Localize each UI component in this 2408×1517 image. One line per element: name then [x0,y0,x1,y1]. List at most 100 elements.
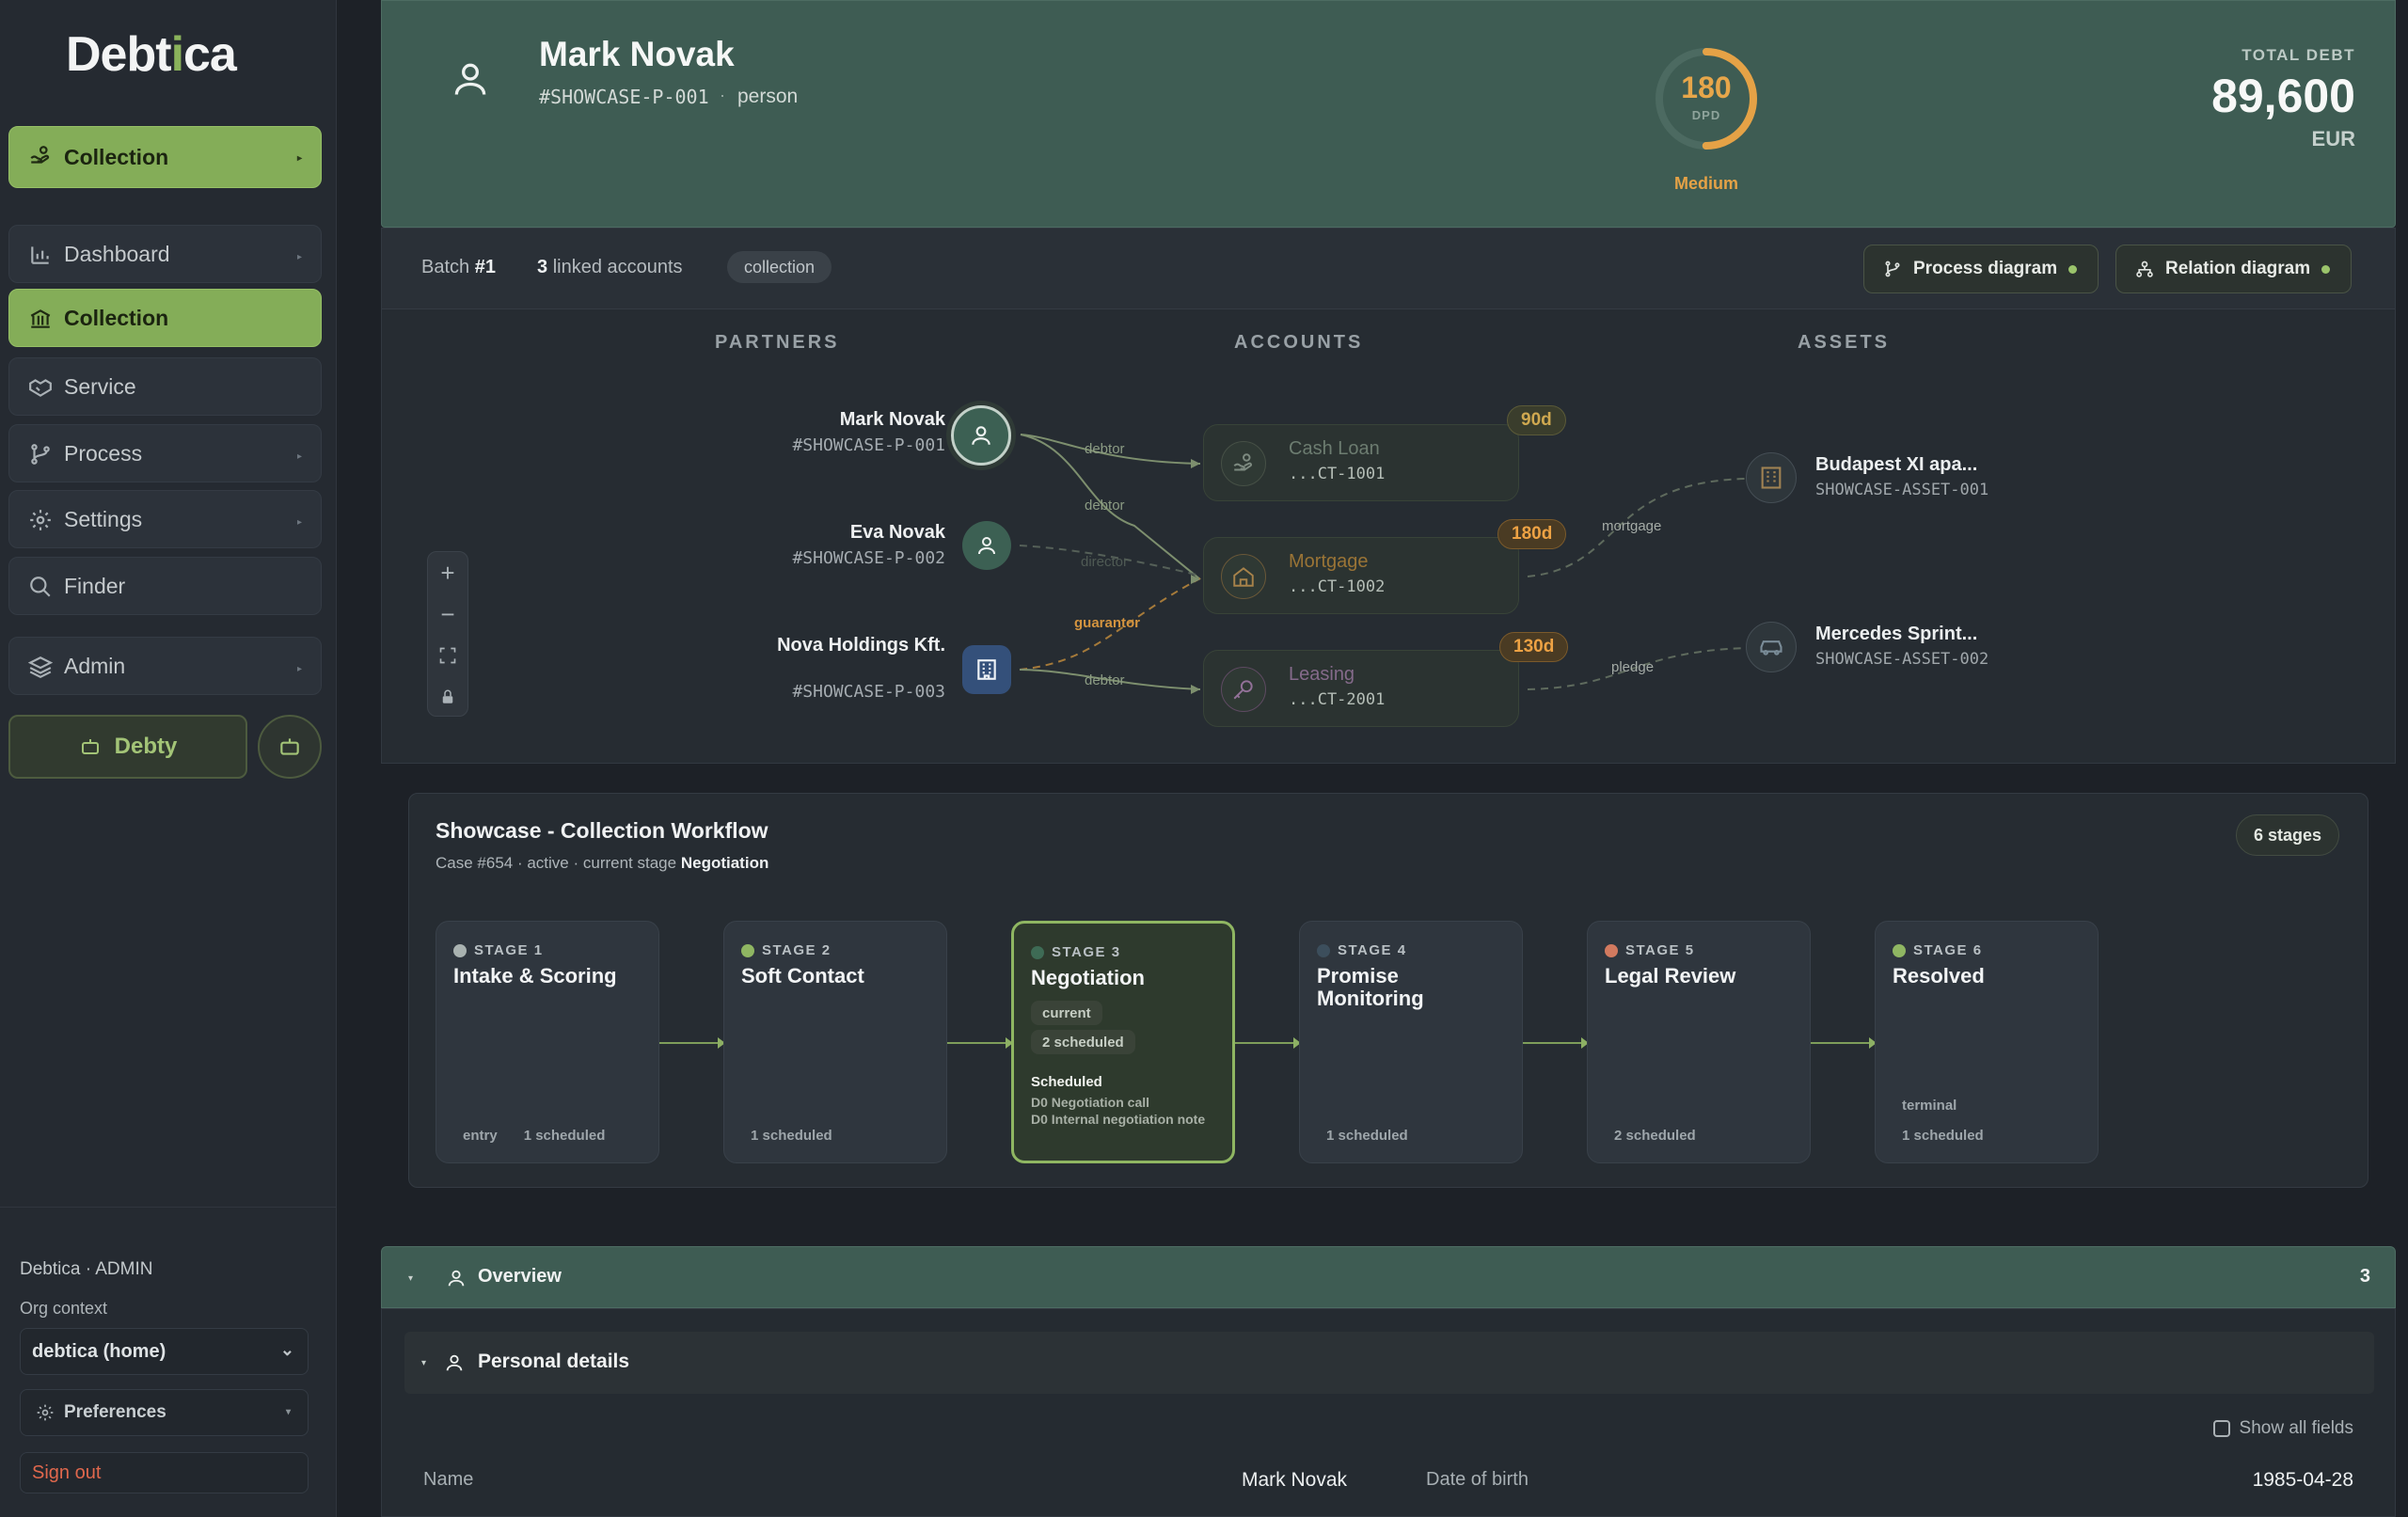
partner-avatar[interactable] [962,521,1011,570]
sidebar-item-process[interactable]: Process ▸ [8,424,322,482]
lock-button[interactable] [428,676,467,718]
zoom-out-button[interactable]: − [428,593,467,635]
zoom-in-button[interactable]: + [428,552,467,593]
sidebar-item-service[interactable]: Service [8,357,322,416]
partner-id: #SHOWCASE-P-003 [792,682,945,702]
relation-panel: Batch #1 3 linked accounts collection Pr… [381,228,2396,764]
overview-count: 3 [2359,1266,2370,1287]
days-badge: 90d [1507,405,1566,435]
sidebar-item-label: Settings [64,506,143,531]
edge-label: mortgage [1602,518,1662,534]
stage-card[interactable]: STAGE 4 Promise Monitoring 1 scheduled [1299,921,1523,1163]
stage-label: STAGE 5 [1625,942,1695,958]
total-debt-value: 89,600 [2211,70,2355,122]
stage-name: Resolved [1893,964,1985,988]
name-label: Name [423,1469,474,1490]
partner-id: #SHOWCASE-P-002 [792,548,945,568]
workflow-subtitle: Case #654 · active · current stage Negot… [436,854,769,872]
person-icon [448,1270,465,1287]
sidebar-item-admin[interactable]: Admin ▸ [8,637,322,695]
person-icon [454,63,486,95]
stage-card[interactable]: STAGE 5 Legal Review 2 scheduled [1587,921,1811,1163]
debtor-id: #SHOWCASE-P-001 [539,86,709,108]
edge-label: debtor [1085,441,1125,457]
user-line: Debtica · ADMIN [20,1259,153,1279]
org-context-value: debtica (home) [32,1340,166,1362]
chevron-right-icon: ▸ [296,451,302,462]
stage-label: STAGE 4 [1338,942,1407,958]
dpd-label: DPD [1691,108,1721,122]
sidebar-item-settings[interactable]: Settings ▸ [8,490,322,548]
car-icon[interactable] [1746,622,1797,672]
sidebar-item-label: Service [64,373,136,399]
stage-card-current[interactable]: STAGE 3 Negotiation current 2 scheduled … [1011,921,1235,1163]
stage-name: Promise Monitoring [1317,964,1424,1010]
stages-badge: 6 stages [2235,814,2339,856]
org-context-select[interactable]: debtica (home) ⌄ [20,1328,309,1375]
overview-body: ▾ Personal details Show all fields Name … [381,1308,2396,1517]
asset-name[interactable]: Mercedes Sprint... [1815,624,1977,645]
stage-card[interactable]: STAGE 1 Intake & Scoring entry 1 schedule… [436,921,659,1163]
sidebar-top-collection[interactable]: Collection ▸ [8,126,322,188]
scheduled-title: Scheduled [1031,1074,1102,1090]
dob-label: Date of birth [1426,1469,1529,1490]
scheduled-chip: 2 scheduled [1031,1030,1135,1054]
lock-icon [442,689,453,703]
chevron-right-icon: ▸ [296,252,302,262]
checkbox[interactable] [2212,1420,2230,1437]
bar-chart-icon [31,246,49,264]
stage-name: Intake & Scoring [453,964,617,988]
account-card[interactable]: Leasing ...CT-2001 [1203,650,1519,727]
personal-details-header[interactable]: ▾ Personal details [404,1332,2374,1394]
stage-arrow [1523,1037,1589,1049]
stage-dot [741,943,754,957]
collapse-icon: ▾ [408,1273,414,1284]
stage-card[interactable]: STAGE 6 Resolved terminal 1 scheduled [1875,921,2099,1163]
dpd-value: 180 [1681,71,1732,104]
current-chip: current [1031,1001,1102,1025]
zoom-controls: + − [427,551,468,717]
hand-money-icon [1221,441,1266,486]
partner-avatar[interactable] [962,645,1011,694]
overview-section-header[interactable]: ▾ Overview 3 [381,1246,2396,1308]
account-card[interactable]: Mortgage ...CT-1002 [1203,537,1519,614]
debty-assistant-button[interactable] [258,715,322,779]
asset-id: SHOWCASE-ASSET-002 [1815,650,1989,669]
show-all-fields-toggle[interactable]: Show all fields [2212,1418,2353,1439]
stage-label: STAGE 1 [474,942,544,958]
debty-button[interactable]: Debty [8,715,247,779]
sidebar-item-collection[interactable]: Collection [8,289,322,347]
stage-dot [1605,943,1618,957]
sidebar-item-label: Collection [64,305,169,330]
asset-name[interactable]: Budapest XI apa... [1815,454,1977,476]
partner-avatar[interactable] [951,405,1011,466]
partner-name[interactable]: Mark Novak [738,409,945,431]
partner-id: #SHOWCASE-P-001 [792,435,945,455]
branch-icon [31,444,50,465]
account-card[interactable]: Cash Loan ...CT-1001 [1203,424,1519,501]
fullscreen-icon [439,647,456,664]
sidebar-item-finder[interactable]: Finder [8,557,322,615]
home-icon [1221,554,1266,599]
chevron-right-icon: ▸ [296,517,302,528]
stage-name: Soft Contact [741,964,864,988]
total-debt-label: TOTAL DEBT [2242,46,2355,64]
stage-arrow [1235,1037,1301,1049]
fit-view-button[interactable] [428,635,467,676]
sidebar: Debtica Collection ▸ Dashboard ▸ Collect… [0,0,337,1517]
handshake-icon [29,379,52,397]
debtor-type: person [737,86,799,107]
sidebar-item-label: Admin [64,653,126,678]
apartment-icon[interactable] [1746,452,1797,503]
sign-out-button[interactable]: Sign out [20,1452,309,1493]
edge-label: pledge [1611,659,1655,675]
partner-name[interactable]: Eva Novak [738,522,945,544]
app-logo[interactable]: Debtica [66,26,237,83]
account-id: ...CT-1002 [1289,577,1386,596]
partner-name[interactable]: Nova Holdings Kft. [776,635,945,656]
scheduled-item: D0 Negotiation call [1031,1095,1150,1110]
stage-card[interactable]: STAGE 2 Soft Contact 1 scheduled [723,921,947,1163]
preferences-button[interactable]: Preferences ▾ [20,1389,309,1436]
sidebar-item-dashboard[interactable]: Dashboard ▸ [8,225,322,283]
edge-label: guarantor [1074,615,1141,631]
